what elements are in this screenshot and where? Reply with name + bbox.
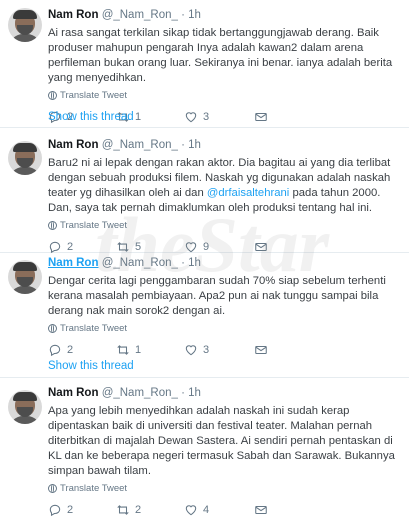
translate-label: Translate Tweet — [60, 90, 128, 101]
heart-icon — [185, 345, 197, 356]
author-handle[interactable]: @_Nam_Ron_ — [102, 257, 178, 269]
reply-button[interactable]: 2 — [48, 503, 116, 517]
reply-count: 2 — [67, 241, 74, 253]
envelope-icon — [255, 242, 267, 252]
author-name[interactable]: Nam Ron — [48, 9, 98, 21]
reply-button[interactable]: 2 — [48, 343, 116, 357]
tweet-actions: 2 1 3 — [48, 343, 401, 357]
translate-label: Translate Tweet — [60, 323, 128, 334]
author-handle[interactable]: @_Nam_Ron_ — [102, 9, 178, 21]
tweet-time[interactable]: · 1h — [181, 9, 201, 21]
envelope-icon — [255, 345, 267, 355]
retweet-icon — [117, 242, 129, 252]
tweet[interactable]: Nam Ron @_Nam_Ron_ · 1h Dengar cerita la… — [0, 253, 409, 378]
tweet-header: Nam Ron @_Nam_Ron_ · 1h — [48, 256, 401, 270]
globe-icon — [48, 324, 57, 333]
translate-label: Translate Tweet — [60, 483, 128, 494]
globe-icon — [48, 221, 57, 230]
retweet-count: 1 — [135, 111, 142, 123]
tweet-time[interactable]: · 1h — [181, 257, 201, 269]
retweet-count: 5 — [135, 241, 142, 253]
retweet-button[interactable]: 1 — [116, 343, 184, 357]
retweet-count: 2 — [135, 504, 142, 516]
translate-tweet-link[interactable]: Translate Tweet — [48, 90, 401, 101]
reply-button[interactable]: 2 — [48, 240, 116, 254]
retweet-icon — [117, 345, 129, 355]
tweet-header: Nam Ron @_Nam_Ron_ · 1h — [48, 138, 401, 152]
tweet-text: Baru2 ni ai lepak dengan rakan aktor. Di… — [48, 156, 401, 216]
show-thread-link[interactable]: Show this thread — [48, 111, 134, 123]
envelope-icon — [255, 505, 267, 515]
tweet-actions: 2 5 9 — [48, 240, 401, 254]
reply-icon — [49, 504, 61, 517]
tweet-header: Nam Ron @_Nam_Ron_ · 1h — [48, 386, 401, 400]
retweet-button[interactable]: 5 — [116, 240, 184, 254]
like-button[interactable]: 9 — [184, 240, 254, 254]
message-button[interactable] — [254, 240, 268, 254]
author-name[interactable]: Nam Ron — [48, 257, 98, 269]
avatar[interactable] — [8, 8, 42, 42]
show-thread-link[interactable]: Show this thread — [48, 360, 134, 372]
tweet[interactable]: Nam Ron @_Nam_Ron_ · 1h Apa yang lebih m… — [0, 378, 409, 517]
reply-icon — [49, 344, 61, 357]
mention-link[interactable]: @drfaisaltehrani — [207, 187, 289, 199]
retweet-button[interactable]: 2 — [116, 503, 184, 517]
author-name[interactable]: Nam Ron — [48, 387, 98, 399]
retweet-icon — [117, 505, 129, 515]
heart-icon — [185, 242, 197, 253]
like-count: 3 — [203, 111, 210, 123]
reply-icon — [49, 241, 61, 254]
retweet-count: 1 — [135, 344, 142, 356]
avatar[interactable] — [8, 141, 42, 175]
like-button[interactable]: 4 — [184, 503, 254, 517]
message-button[interactable] — [254, 503, 268, 517]
globe-icon — [48, 91, 57, 100]
tweet-text: Apa yang lebih menyedihkan adalah naskah… — [48, 405, 395, 477]
tweet[interactable]: Nam Ron @_Nam_Ron_ · 1h Ai rasa sangat t… — [0, 0, 409, 128]
translate-label: Translate Tweet — [60, 220, 128, 231]
envelope-icon — [255, 112, 267, 122]
avatar[interactable] — [8, 390, 42, 424]
like-count: 4 — [203, 504, 210, 516]
reply-count: 2 — [67, 504, 74, 516]
heart-icon — [185, 112, 197, 123]
translate-tweet-link[interactable]: Translate Tweet — [48, 323, 401, 334]
like-button[interactable]: 3 — [184, 343, 254, 357]
tweet-time[interactable]: · 1h — [181, 387, 201, 399]
message-button[interactable] — [254, 110, 268, 124]
reply-count: 2 — [67, 344, 74, 356]
like-count: 3 — [203, 344, 210, 356]
tweet-header: Nam Ron @_Nam_Ron_ · 1h — [48, 8, 401, 22]
translate-tweet-link[interactable]: Translate Tweet — [48, 483, 401, 494]
globe-icon — [48, 484, 57, 493]
author-name[interactable]: Nam Ron — [48, 139, 98, 151]
author-handle[interactable]: @_Nam_Ron_ — [102, 387, 178, 399]
tweet-text: Ai rasa sangat terkilan sikap tidak bert… — [48, 27, 393, 84]
avatar[interactable] — [8, 260, 42, 294]
tweet-time[interactable]: · 1h — [181, 139, 201, 151]
tweet-feed: Nam Ron @_Nam_Ron_ · 1h Ai rasa sangat t… — [0, 0, 409, 517]
like-count: 9 — [203, 241, 210, 253]
author-handle[interactable]: @_Nam_Ron_ — [102, 139, 178, 151]
tweet-text: Dengar cerita lagi penggambaran sudah 70… — [48, 275, 386, 317]
translate-tweet-link[interactable]: Translate Tweet — [48, 220, 401, 231]
like-button[interactable]: 3 — [184, 110, 254, 124]
message-button[interactable] — [254, 343, 268, 357]
heart-icon — [185, 505, 197, 516]
tweet-actions: 2 2 4 — [48, 503, 401, 517]
tweet[interactable]: Nam Ron @_Nam_Ron_ · 1h Baru2 ni ai lepa… — [0, 128, 409, 254]
